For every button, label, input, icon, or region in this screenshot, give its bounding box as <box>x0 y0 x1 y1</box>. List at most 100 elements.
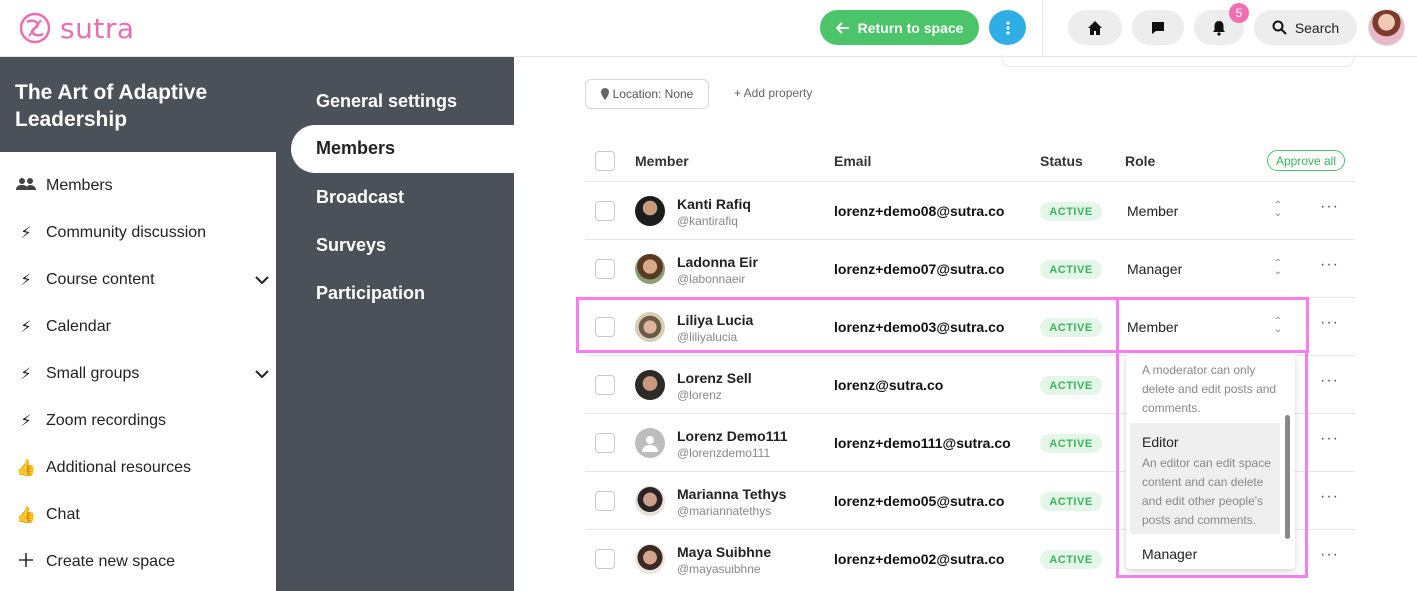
row-checkbox[interactable] <box>595 375 615 395</box>
sidebar-item-label: Additional resources <box>46 459 191 476</box>
sidebar-item-label: Chat <box>46 506 80 523</box>
sidebar-item-label: Zoom recordings <box>46 412 167 429</box>
member-email: lorenz+demo111@sutra.co <box>834 435 1011 451</box>
thumbs-up-icon: 👍 <box>16 460 36 477</box>
row-checkbox[interactable] <box>595 201 615 221</box>
return-to-space-label: Return to space <box>857 19 964 36</box>
role-option-manager[interactable]: Manager <box>1142 546 1197 562</box>
avatar <box>635 196 665 226</box>
sort-arrows-icon[interactable]: ⌃ ⌄ <box>1271 201 1285 220</box>
member-name: Lorenz Sell <box>677 370 752 386</box>
sidebar-item-additional-resources[interactable]: 👍 Additional resources <box>16 456 191 480</box>
sidebar-item-label: Members <box>46 177 113 194</box>
header-email: Email <box>834 153 872 169</box>
more-horizontal-icon[interactable]: ··· <box>1320 314 1339 332</box>
status-badge: ACTIVE <box>1040 376 1102 395</box>
member-handle: @lorenz <box>677 388 722 402</box>
sidebar-item-zoom-recordings[interactable]: ⚡ Zoom recordings <box>16 409 166 433</box>
default-user-icon <box>642 436 658 452</box>
lightning-icon: ⚡ <box>20 272 32 289</box>
dropdown-scrollbar-thumb[interactable] <box>1285 415 1290 539</box>
lightning-icon: ⚡ <box>20 413 32 430</box>
chat-bubble-icon <box>1152 21 1164 34</box>
space-sidebar: Members ⚡ Community discussion ⚡ Course … <box>0 152 276 591</box>
thumbs-up-icon: 👍 <box>16 507 36 524</box>
avatar <box>635 254 665 284</box>
add-property-button[interactable]: + Add property <box>734 86 812 100</box>
sidebar-item-small-groups[interactable]: ⚡ Small groups <box>16 362 139 386</box>
sidebar-item-label: Calendar <box>46 318 111 335</box>
lightning-icon: ⚡ <box>20 319 32 336</box>
location-pin-icon <box>600 88 609 100</box>
tab-general-settings[interactable]: General settings <box>316 91 457 112</box>
member-handle: @mayasuibhne <box>677 562 761 576</box>
sidebar-item-calendar[interactable]: ⚡ Calendar <box>16 315 111 339</box>
more-horizontal-icon[interactable]: ··· <box>1320 256 1339 274</box>
avatar <box>635 428 665 458</box>
table-row: Ladonna Eir @labonnaeir lorenz+demo07@su… <box>585 239 1355 297</box>
sidebar-item-members[interactable]: Members <box>16 174 113 198</box>
status-badge: ACTIVE <box>1040 492 1102 511</box>
logo[interactable]: sutra <box>18 11 134 45</box>
avatar <box>635 370 665 400</box>
status-badge: ACTIVE <box>1040 260 1102 279</box>
member-email: lorenz+demo05@sutra.co <box>834 493 1005 509</box>
logo-text: sutra <box>60 11 135 45</box>
moderator-description: A moderator can only delete and edit pos… <box>1142 363 1277 415</box>
member-email: lorenz+demo08@sutra.co <box>834 203 1005 219</box>
sidebar-item-label: Course content <box>46 271 155 288</box>
row-checkbox[interactable] <box>595 433 615 453</box>
messages-button[interactable] <box>1132 10 1184 45</box>
notification-count-badge: 5 <box>1229 3 1249 23</box>
row-checkbox[interactable] <box>595 259 615 279</box>
lightning-icon: ⚡ <box>20 225 32 242</box>
more-horizontal-icon[interactable]: ··· <box>1320 198 1339 216</box>
sidebar-item-chat[interactable]: 👍 Chat <box>16 503 80 527</box>
sidebar-item-course-content[interactable]: ⚡ Course content <box>16 268 155 292</box>
sidebar-item-community-discussion[interactable]: ⚡ Community discussion <box>16 221 206 245</box>
more-horizontal-icon[interactable]: ··· <box>1320 488 1339 506</box>
member-name: Maya Suibhne <box>677 544 772 560</box>
top-divider <box>1042 0 1043 57</box>
location-filter-button[interactable]: Location: None <box>585 79 709 109</box>
user-avatar[interactable] <box>1368 9 1405 46</box>
sidebar-item-create-new-space[interactable]: Create new space <box>16 550 175 574</box>
member-name: Kanti Rafiq <box>677 196 751 212</box>
member-email: lorenz@sutra.co <box>834 377 944 393</box>
arrow-left-icon <box>835 21 849 34</box>
view-tabs <box>1001 55 1355 67</box>
tab-broadcast[interactable]: Broadcast <box>316 187 404 208</box>
member-handle: @mariannatethys <box>677 504 772 518</box>
approve-all-button[interactable]: Approve all <box>1267 150 1345 171</box>
role-option-editor-title[interactable]: Editor <box>1142 434 1179 450</box>
role-select[interactable]: Manager <box>1127 261 1182 277</box>
select-all-checkbox[interactable] <box>595 151 615 171</box>
more-horizontal-icon[interactable]: ··· <box>1320 546 1339 564</box>
return-to-space-button[interactable]: Return to space <box>820 10 979 45</box>
editor-description: An editor can edit space content and can… <box>1142 456 1271 527</box>
tab-members-label: Members <box>316 138 396 158</box>
avatar <box>635 544 665 574</box>
search-button[interactable]: Search <box>1254 10 1357 45</box>
people-icon <box>16 177 36 196</box>
more-horizontal-icon[interactable]: ··· <box>1320 430 1339 448</box>
tab-surveys[interactable]: Surveys <box>316 235 386 256</box>
chevron-down-icon[interactable] <box>250 362 274 386</box>
chevron-down-icon[interactable] <box>250 268 274 292</box>
row-checkbox[interactable] <box>595 549 615 569</box>
tab-members[interactable]: Members <box>291 125 514 173</box>
table-row: Kanti Rafiq @kantirafiq lorenz+demo08@su… <box>585 181 1355 239</box>
home-button[interactable] <box>1068 10 1122 45</box>
sort-arrows-icon[interactable]: ⌃ ⌄ <box>1271 259 1285 278</box>
location-filter-label: Location: None <box>612 87 694 101</box>
status-badge: ACTIVE <box>1040 202 1102 221</box>
role-select[interactable]: Member <box>1127 203 1178 219</box>
sutra-logo-icon <box>19 12 51 44</box>
more-horizontal-icon[interactable]: ··· <box>1320 372 1339 390</box>
space-options-button[interactable] <box>989 10 1026 45</box>
more-vertical-icon <box>1005 20 1010 35</box>
avatar <box>635 486 665 516</box>
tab-participation[interactable]: Participation <box>316 283 425 304</box>
row-checkbox[interactable] <box>595 491 615 511</box>
bell-icon <box>1213 20 1225 36</box>
